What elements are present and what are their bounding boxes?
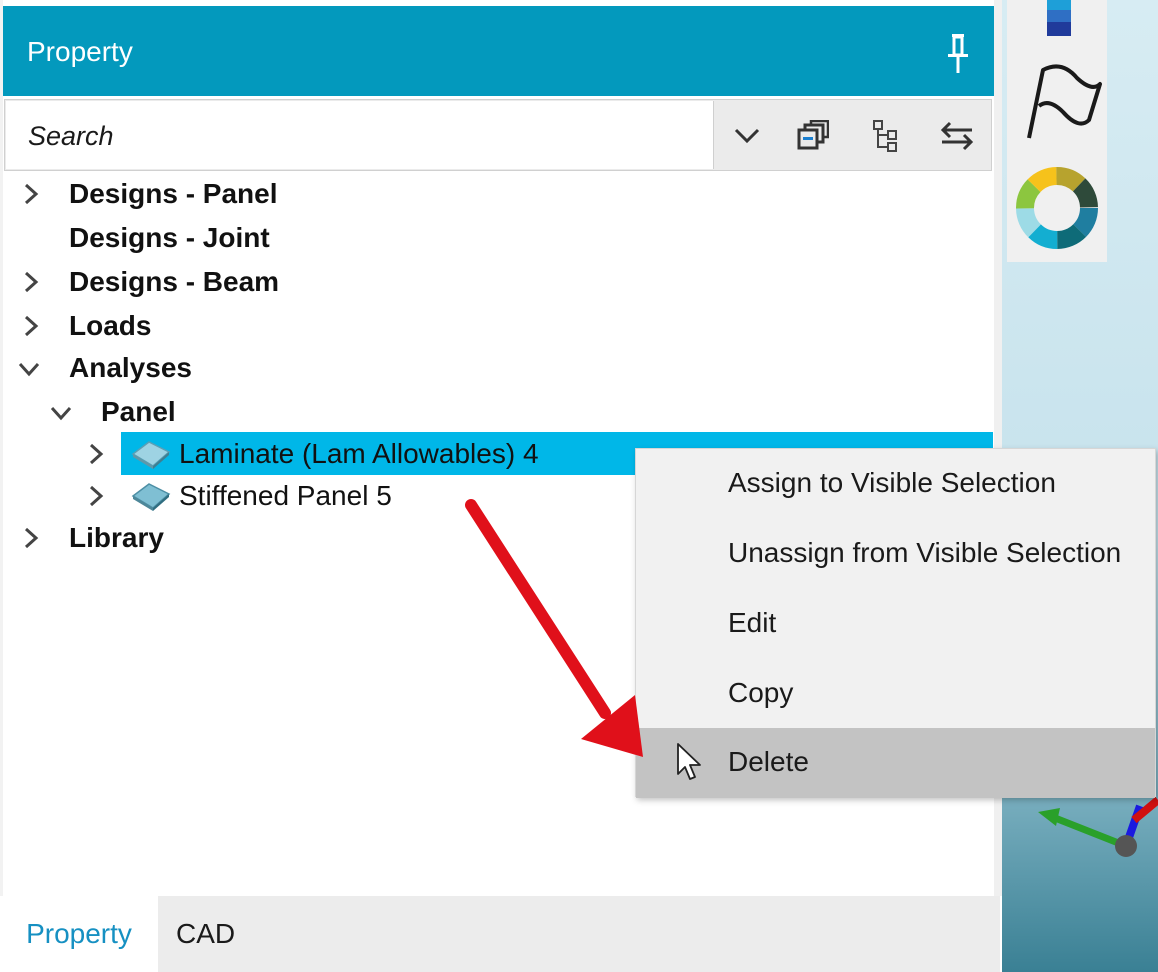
tree-item-stiffened-panel[interactable]: Stiffened Panel 5 <box>179 480 392 522</box>
tree-item-loads[interactable]: Loads <box>69 310 151 352</box>
tree-item-laminate[interactable]: Laminate (Lam Allowables) 4 <box>179 438 539 480</box>
menu-item-label: Edit <box>728 607 777 638</box>
tab-property[interactable]: Property <box>0 896 158 972</box>
menu-item-label: Copy <box>728 677 794 708</box>
expand-chevron-icon[interactable] <box>20 315 42 337</box>
pin-icon[interactable] <box>946 34 970 74</box>
expand-chevron-icon[interactable] <box>20 527 42 549</box>
laminate-icon <box>131 483 171 511</box>
panel-title: Property <box>27 36 133 67</box>
menu-item-label: Assign to Visible Selection <box>728 467 1056 498</box>
search-bar: Search <box>4 99 992 171</box>
tree-item-designs-panel[interactable]: Designs - Panel <box>69 178 278 220</box>
expand-chevron-icon[interactable] <box>20 271 42 293</box>
menu-item-delete[interactable]: Delete <box>636 728 1155 798</box>
expand-chevron-icon[interactable] <box>85 485 107 507</box>
collapse-chevron-icon[interactable] <box>18 358 40 380</box>
tree-item-designs-beam[interactable]: Designs - Beam <box>69 266 279 308</box>
tab-bar: Property CAD <box>0 896 1000 972</box>
panel-edge <box>0 0 3 972</box>
context-menu: Assign to Visible Selection Unassign fro… <box>635 448 1156 798</box>
laminate-icon <box>131 441 171 469</box>
chevron-down-icon[interactable] <box>725 114 769 158</box>
vertical-toolbar <box>1007 0 1107 262</box>
menu-item-label: Unassign from Visible Selection <box>728 537 1122 568</box>
tree-item-library[interactable]: Library <box>69 522 164 564</box>
menu-item-copy[interactable]: Copy <box>636 659 1155 729</box>
tree-item-panel[interactable]: Panel <box>101 396 176 438</box>
mouse-cursor-icon <box>677 743 701 780</box>
expand-chevron-icon[interactable] <box>20 183 42 205</box>
menu-item-edit[interactable]: Edit <box>636 589 1155 659</box>
menu-item-unassign[interactable]: Unassign from Visible Selection <box>636 519 1155 589</box>
panel-header: Property <box>3 6 994 96</box>
tree-view-icon[interactable] <box>865 114 909 158</box>
collapse-all-icon[interactable] <box>791 114 835 158</box>
menu-item-assign[interactable]: Assign to Visible Selection <box>636 449 1155 519</box>
tree-item-designs-joint[interactable]: Designs - Joint <box>69 222 270 264</box>
menu-item-label: Delete <box>728 746 809 777</box>
tree-item-analyses[interactable]: Analyses <box>69 352 192 394</box>
toolbar-icons <box>1016 0 1102 249</box>
annotation-arrow-icon <box>465 499 643 757</box>
color-scale-icon[interactable] <box>1047 0 1071 36</box>
expand-chevron-icon[interactable] <box>85 443 107 465</box>
tab-cad[interactable]: CAD <box>158 896 258 972</box>
swap-icon[interactable] <box>935 114 979 158</box>
search-input[interactable]: Search <box>6 101 714 169</box>
collapse-chevron-icon[interactable] <box>50 402 72 424</box>
flag-icon[interactable] <box>1027 64 1102 139</box>
color-wheel-icon[interactable] <box>1016 167 1098 249</box>
